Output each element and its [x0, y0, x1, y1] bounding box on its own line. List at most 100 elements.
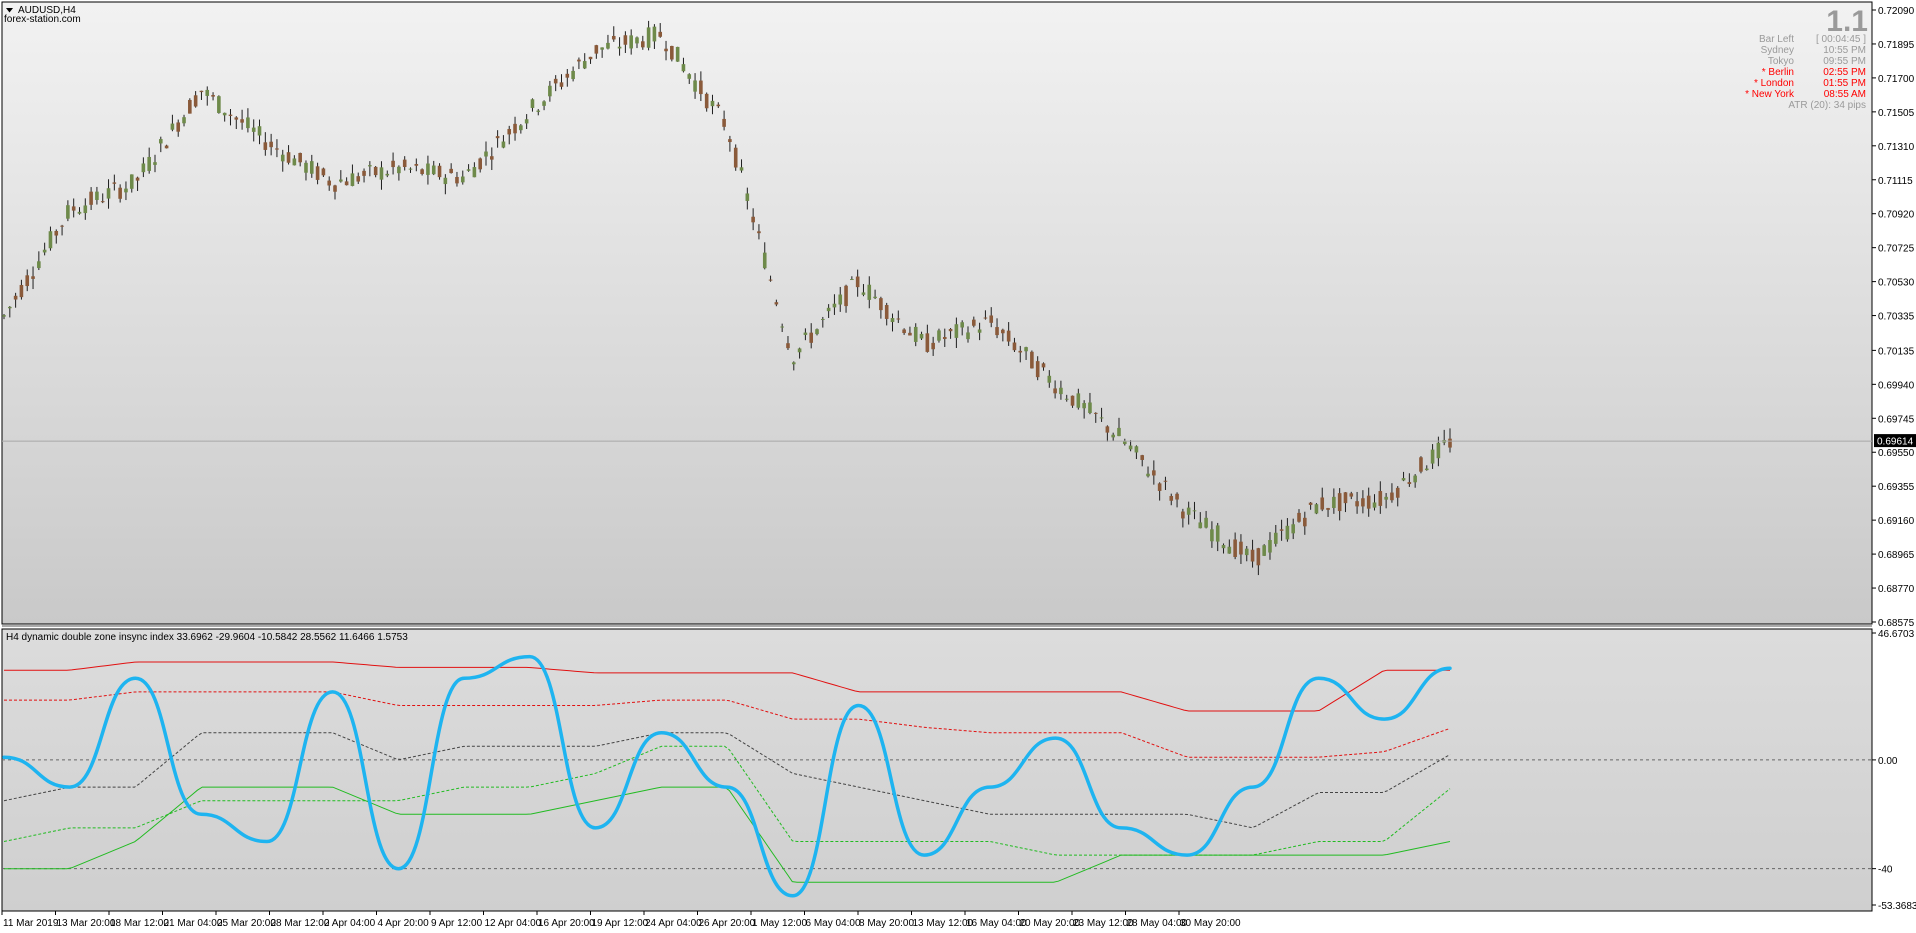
info-row-value: 09:55 PM [1823, 56, 1866, 67]
candle-body [362, 170, 366, 176]
price-tick-label: 0.72090 [1878, 6, 1915, 17]
candle-body [1332, 496, 1336, 509]
candle-body [135, 177, 140, 181]
candle-body [1366, 495, 1371, 509]
candle-body [1047, 375, 1052, 383]
price-tick-label: 0.68965 [1878, 550, 1915, 561]
indicator-tick-label: 46.6703 [1878, 629, 1915, 640]
candle-body [199, 90, 204, 93]
candle-body [495, 136, 500, 139]
candle-body [942, 336, 947, 340]
info-row-label: Bar Left [1759, 34, 1794, 45]
candle-body [1024, 347, 1028, 352]
price-tick-label: 0.69745 [1878, 414, 1915, 425]
candle-body [182, 117, 186, 124]
candle-body [8, 306, 12, 309]
candle-body [48, 231, 53, 249]
candle-body [1233, 539, 1237, 558]
time-tick-label: 4 Apr 20:00 [378, 918, 430, 929]
candle-body [263, 142, 268, 150]
chart-window[interactable]: 0.72090 0.71895 0.71700 0.71505 0.71310 0.711… [0, 0, 1916, 933]
candle-body [995, 327, 999, 336]
candle-body [60, 225, 64, 227]
info-row-label: * London [1754, 78, 1794, 89]
candle-body [83, 205, 88, 214]
candle-body [704, 93, 709, 109]
price-tick-label: 0.68770 [1878, 584, 1915, 595]
candle-body [1210, 529, 1214, 542]
candle-body [780, 326, 784, 328]
candle-body [1140, 455, 1145, 460]
candle-body [1093, 412, 1098, 414]
price-tick-label: 0.71700 [1878, 74, 1915, 85]
candle-body [286, 152, 291, 163]
candle-body [339, 179, 343, 182]
main-chart-area[interactable] [1, 1, 1873, 625]
candle-body [129, 174, 134, 189]
candle-body [861, 292, 866, 295]
candle-body [193, 95, 198, 107]
candle-body [524, 119, 529, 124]
candle-body [559, 82, 564, 87]
candle-body [1198, 522, 1203, 529]
candle-body [1303, 517, 1307, 527]
candle-body [896, 318, 901, 320]
candle-body [1244, 548, 1249, 556]
time-tick-label: 13 Mar 20:00 [57, 918, 116, 929]
candle-body [211, 94, 215, 97]
candle-body [768, 279, 773, 281]
time-tick-label: 18 Mar 12:00 [110, 918, 169, 929]
candle-body [42, 249, 47, 253]
candle-body [1215, 525, 1220, 542]
price-tick-label: 0.70335 [1878, 312, 1915, 323]
candle-body [1407, 482, 1412, 485]
candle-body [902, 329, 906, 334]
candle-body [850, 279, 854, 281]
price-tick-label: 0.70135 [1878, 346, 1915, 357]
candle-body [391, 160, 395, 168]
candle-body [1105, 426, 1110, 433]
candle-body [1035, 361, 1040, 378]
candle-body [762, 252, 767, 269]
indicator-area[interactable] [1, 628, 1873, 912]
time-tick-label: 12 Apr 04:00 [485, 918, 542, 929]
price-tick-label: 0.71310 [1878, 142, 1915, 153]
candle-body [954, 324, 959, 338]
candle-body [739, 167, 744, 171]
price-tick-label: 0.71895 [1878, 40, 1915, 51]
candle-body [443, 177, 448, 185]
candle-body [588, 56, 593, 60]
candle-body [1250, 549, 1255, 562]
candle-body [141, 163, 146, 173]
candle-body [188, 99, 192, 114]
price-tick-label: 0.71115 [1878, 176, 1913, 187]
time-tick-label: 11 Mar 2019 [3, 918, 59, 929]
candle-body [879, 298, 883, 311]
candle-body [54, 230, 59, 236]
candle-body [164, 145, 169, 149]
candle-body [118, 187, 122, 199]
time-tick-label: 20 May 20:00 [1020, 918, 1081, 929]
candle-body [1030, 351, 1034, 369]
candle-body [1227, 546, 1232, 554]
candle-body [478, 158, 482, 170]
candle-body [222, 112, 227, 116]
candle-body [327, 180, 332, 186]
candle-body [530, 99, 535, 108]
candle-body [1012, 342, 1017, 351]
info-row-label: * Berlin [1762, 67, 1794, 78]
candle-body [31, 276, 35, 279]
time-tick-label: 13 May 12:00 [913, 918, 974, 929]
price-tick-label: 0.68575 [1878, 618, 1915, 629]
price-tick-label: 0.69940 [1878, 380, 1915, 391]
candle-body [1163, 480, 1168, 482]
candle-body [1268, 540, 1272, 553]
candle-body [710, 100, 715, 107]
candle-body [385, 173, 390, 176]
candle-body [884, 305, 889, 319]
time-tick-label: 16 May 04:00 [966, 918, 1027, 929]
candle-body [397, 166, 401, 174]
candle-body [617, 46, 622, 49]
time-tick-label: 28 Mar 12:00 [271, 918, 330, 929]
candle-body [972, 319, 976, 326]
